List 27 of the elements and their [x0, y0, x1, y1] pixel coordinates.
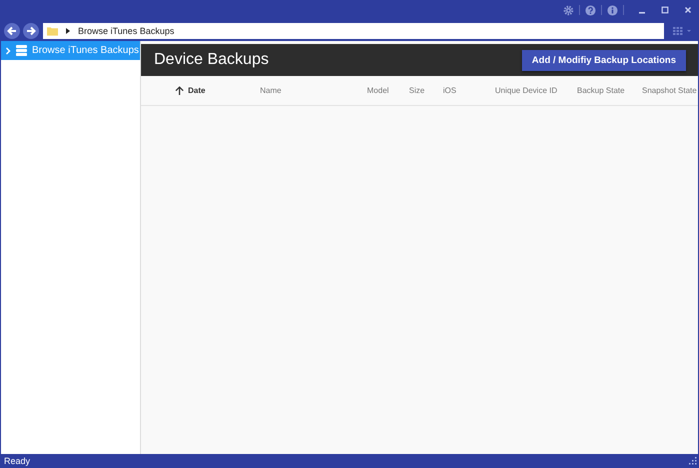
info-icon[interactable]	[607, 4, 618, 16]
resize-grip-icon[interactable]	[689, 457, 697, 465]
address-path[interactable]: Browse iTunes Backups	[78, 26, 174, 36]
breadcrumb-arrow-icon	[66, 28, 70, 34]
column-header[interactable]: Snapshot State	[642, 86, 697, 95]
close-icon[interactable]	[683, 5, 693, 15]
column-header[interactable]: iOS	[443, 86, 456, 95]
chevron-right-icon[interactable]	[5, 46, 11, 54]
column-header[interactable]: Backup State	[577, 86, 625, 95]
column-header[interactable]: Size	[409, 86, 425, 95]
back-icon[interactable]	[4, 22, 20, 38]
column-header[interactable]: Date	[188, 86, 206, 95]
maximize-icon[interactable]	[660, 5, 670, 15]
column-header[interactable]: Name	[260, 86, 282, 95]
database-icon	[16, 45, 27, 56]
folder-icon	[47, 26, 58, 36]
add-locations-button[interactable]: Add / Modifiy Backup Locations	[522, 50, 686, 70]
settings-icon[interactable]	[563, 4, 574, 16]
panel-title: Device Backups	[154, 51, 269, 69]
sidebar-item[interactable]: Browse iTunes Backups	[1, 41, 140, 60]
forward-icon[interactable]	[23, 22, 39, 38]
help-icon[interactable]	[585, 4, 596, 16]
address-bar[interactable]: Browse iTunes Backups	[43, 22, 664, 38]
sort-up-arrow-icon[interactable]	[175, 86, 184, 95]
status-text: Ready	[4, 456, 30, 466]
column-header[interactable]: Model	[367, 86, 389, 95]
column-header[interactable]: Unique Device ID	[495, 86, 558, 95]
